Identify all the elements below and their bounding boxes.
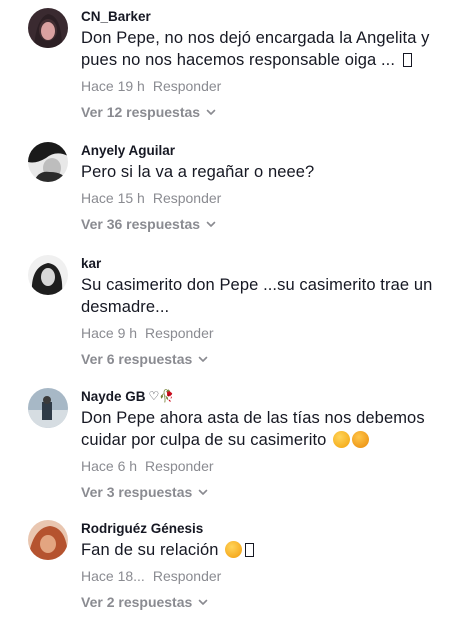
comment-timestamp: Hace 9 h [81, 325, 138, 341]
smiling-hearts-emoji-icon [225, 541, 243, 558]
chevron-down-icon [206, 109, 216, 115]
avatar[interactable] [28, 520, 68, 560]
comment-text-content: Don Pepe, no nos dejó encargada la Angel… [81, 29, 430, 69]
comment-meta: Hace 19 h Responder [81, 77, 438, 95]
comment-text: Fan de su relación [81, 539, 438, 561]
comment-text: Su casimerito don Pepe ...su casimerito … [81, 274, 438, 318]
username-badge: ♡🥀 [148, 389, 175, 403]
reply-button[interactable]: Responder [145, 457, 214, 475]
comment-username[interactable]: Rodriguéz Génesis [81, 520, 438, 537]
comment-text: Pero si la va a regañar o neee? [81, 161, 438, 183]
smirk-emoji-icon [333, 431, 351, 448]
comment-timestamp: Hace 15 h [81, 190, 145, 206]
missing-glyph-icon [402, 53, 412, 67]
view-replies-label: Ver 36 respuestas [81, 216, 201, 232]
comment-meta: Hace 15 h Responder [81, 189, 438, 207]
comment-username[interactable]: Nayde GB ♡🥀 [81, 388, 438, 405]
username-text[interactable]: CN_Barker [81, 8, 151, 25]
comment-text-content: Don Pepe ahora asta de las tías nos debe… [81, 409, 425, 449]
username-text[interactable]: Nayde GB [81, 388, 146, 405]
angry-emoji-icon [352, 431, 370, 448]
missing-glyph-icon [245, 543, 255, 557]
username-text[interactable]: kar [81, 255, 101, 272]
comment-text-content: Su casimerito don Pepe ...su casimerito … [81, 276, 433, 316]
comment-meta: Hace 6 h Responder [81, 457, 438, 475]
avatar[interactable] [28, 388, 68, 428]
view-replies-label: Ver 12 respuestas [81, 104, 201, 120]
chevron-down-icon [198, 489, 208, 495]
view-replies-label: Ver 6 respuestas [81, 351, 193, 367]
chevron-down-icon [198, 356, 208, 362]
comments-list: CN_Barker Don Pepe, no nos dejó encargad… [0, 0, 458, 620]
reply-button[interactable]: Responder [145, 324, 214, 342]
username-text[interactable]: Anyely Aguilar [81, 142, 175, 159]
view-replies-label: Ver 3 respuestas [81, 484, 193, 500]
avatar[interactable] [28, 255, 68, 295]
avatar[interactable] [28, 8, 68, 48]
view-replies-button[interactable]: Ver 36 respuestas [81, 215, 438, 233]
view-replies-button[interactable]: Ver 12 respuestas [81, 103, 438, 121]
comment-timestamp: Hace 6 h [81, 458, 138, 474]
view-replies-label: Ver 2 respuestas [81, 594, 193, 610]
comment-text-content: Fan de su relación [81, 541, 219, 559]
chevron-down-icon [198, 599, 208, 605]
comment-meta: Hace 9 h Responder [81, 324, 438, 342]
comment-text: Don Pepe, no nos dejó encargada la Angel… [81, 27, 438, 71]
chevron-down-icon [206, 221, 216, 227]
username-text[interactable]: Rodriguéz Génesis [81, 520, 203, 537]
view-replies-button[interactable]: Ver 6 respuestas [81, 350, 438, 368]
view-replies-button[interactable]: Ver 2 respuestas [81, 593, 438, 611]
comment-text-content: Pero si la va a regañar o neee? [81, 163, 315, 181]
comment-username[interactable]: CN_Barker [81, 8, 438, 25]
reply-button[interactable]: Responder [153, 189, 222, 207]
comment-username[interactable]: Anyely Aguilar [81, 142, 438, 159]
comment-timestamp: Hace 19 h [81, 78, 145, 94]
comment-text: Don Pepe ahora asta de las tías nos debe… [81, 407, 438, 451]
reply-button[interactable]: Responder [153, 567, 222, 585]
avatar[interactable] [28, 142, 68, 182]
reply-button[interactable]: Responder [153, 77, 222, 95]
comment-username[interactable]: kar [81, 255, 438, 272]
comment-meta: Hace 18... Responder [81, 567, 438, 585]
comment-timestamp: Hace 18... [81, 568, 145, 584]
view-replies-button[interactable]: Ver 3 respuestas [81, 483, 438, 501]
